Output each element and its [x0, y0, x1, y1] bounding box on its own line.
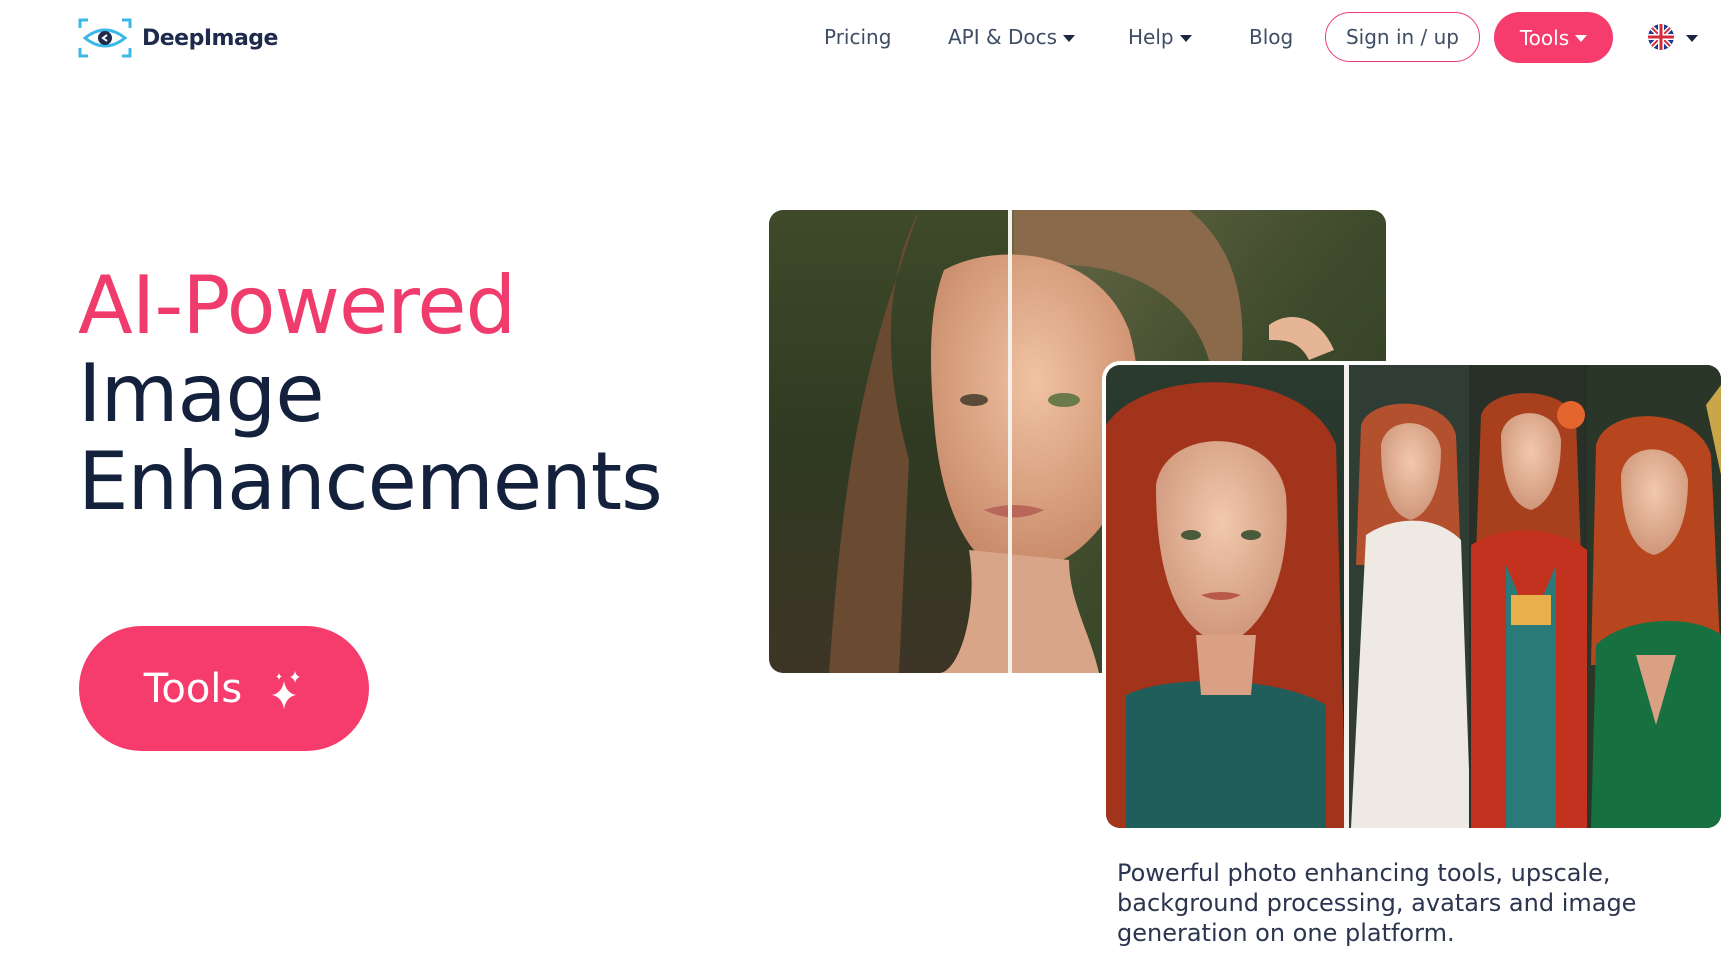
chevron-down-icon: [1575, 35, 1588, 42]
hero-title-line2: Image: [78, 347, 325, 440]
nav-blog[interactable]: Blog: [1249, 25, 1293, 49]
sign-in-label: Sign in / up: [1345, 25, 1460, 49]
hero-tools-button[interactable]: Tools: [79, 626, 369, 751]
nav-api-docs-dropdown[interactable]: API & Docs: [948, 25, 1076, 49]
tools-nav-label: Tools: [1519, 25, 1570, 50]
main-nav: Pricing API & Docs Help Blog Sign in / u…: [0, 0, 1721, 76]
language-selector[interactable]: [1648, 24, 1698, 50]
chevron-down-icon: [1686, 34, 1698, 42]
tools-dropdown-button[interactable]: Tools: [1494, 12, 1613, 63]
nav-api-docs-label: API & Docs: [948, 25, 1058, 49]
sparkle-icon: [272, 670, 301, 709]
nav-help-label: Help: [1128, 25, 1174, 49]
nav-pricing-label: Pricing: [824, 25, 892, 49]
nav-blog-label: Blog: [1249, 25, 1294, 49]
nav-pricing[interactable]: Pricing: [824, 25, 891, 49]
sign-in-button[interactable]: Sign in / up: [1325, 12, 1480, 62]
hero-tools-label: Tools: [143, 665, 243, 712]
hero-title: AI-Powered Image Enhancements: [78, 259, 663, 528]
ai-avatars-image: [1106, 365, 1721, 828]
uk-flag-icon: [1648, 24, 1674, 50]
hero-title-line3: Enhancements: [78, 435, 663, 528]
chevron-down-icon: [1063, 34, 1076, 42]
hero-caption: Powerful photo enhancing tools, upscale,…: [1117, 859, 1637, 947]
chevron-down-icon: [1179, 34, 1192, 42]
hero-title-line1: AI-Powered: [78, 259, 516, 352]
site-header: DeepImage Pricing API & Docs Help Blog S…: [0, 0, 1721, 70]
nav-help-dropdown[interactable]: Help: [1128, 25, 1192, 49]
